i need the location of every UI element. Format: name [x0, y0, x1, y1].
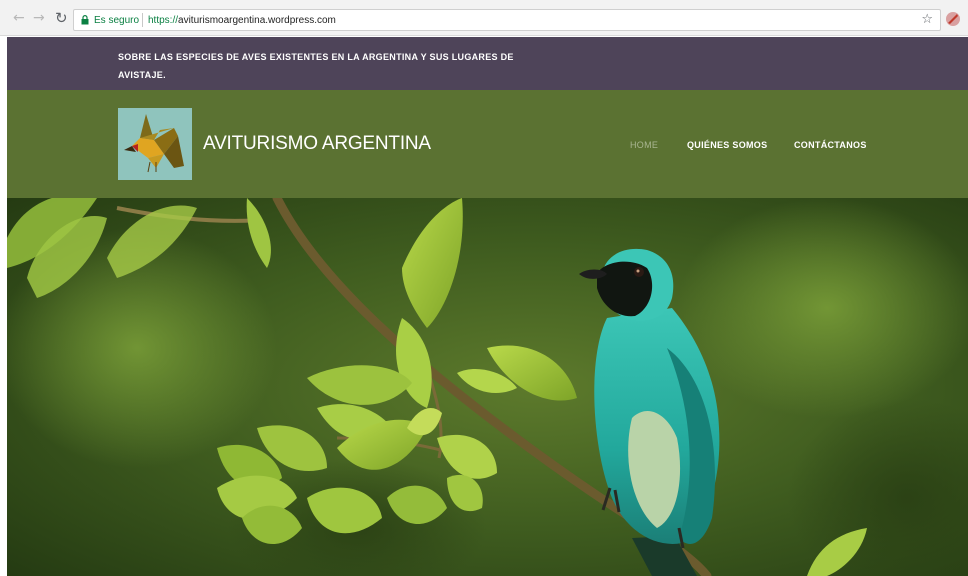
- star-icon[interactable]: ☆: [921, 12, 933, 27]
- secure-label: Es seguro: [94, 15, 140, 26]
- menu-item-quienes-somos[interactable]: QUIÉNES SOMOS: [687, 139, 767, 151]
- hero-illustration: [7, 198, 968, 576]
- omnibox-divider: [142, 13, 143, 27]
- tagline-bar: SOBRE LAS ESPECIES DE AVES EXISTENTES EN…: [7, 37, 968, 90]
- url-text[interactable]: https://aviturismoargentina.wordpress.co…: [148, 14, 336, 27]
- extension-icon[interactable]: [945, 11, 961, 27]
- forward-arrow-icon[interactable]: →: [33, 10, 45, 26]
- hero-image: [7, 198, 968, 576]
- url-scheme: https://: [148, 15, 179, 26]
- site-header: AVITURISMO ARGENTINA HOME QUIÉNES SOMOS …: [7, 90, 968, 198]
- lock-icon: [81, 15, 89, 25]
- menu-item-home[interactable]: HOME: [630, 139, 658, 151]
- reload-icon[interactable]: ↻: [55, 10, 68, 26]
- back-arrow-icon[interactable]: ←: [13, 10, 25, 26]
- page-left-margin: [0, 36, 7, 576]
- browser-toolbar: ← → ↻ Es seguro https://aviturismoargent…: [0, 0, 968, 36]
- menu-item-contactanos[interactable]: CONTÁCTANOS: [794, 139, 867, 151]
- address-bar[interactable]: Es seguro https://aviturismoargentina.wo…: [73, 9, 941, 31]
- site-tagline: SOBRE LAS ESPECIES DE AVES EXISTENTES EN…: [118, 52, 514, 80]
- main-menu: HOME QUIÉNES SOMOS CONTÁCTANOS: [7, 139, 968, 153]
- url-host: aviturismoargentina.wordpress.com: [178, 15, 336, 26]
